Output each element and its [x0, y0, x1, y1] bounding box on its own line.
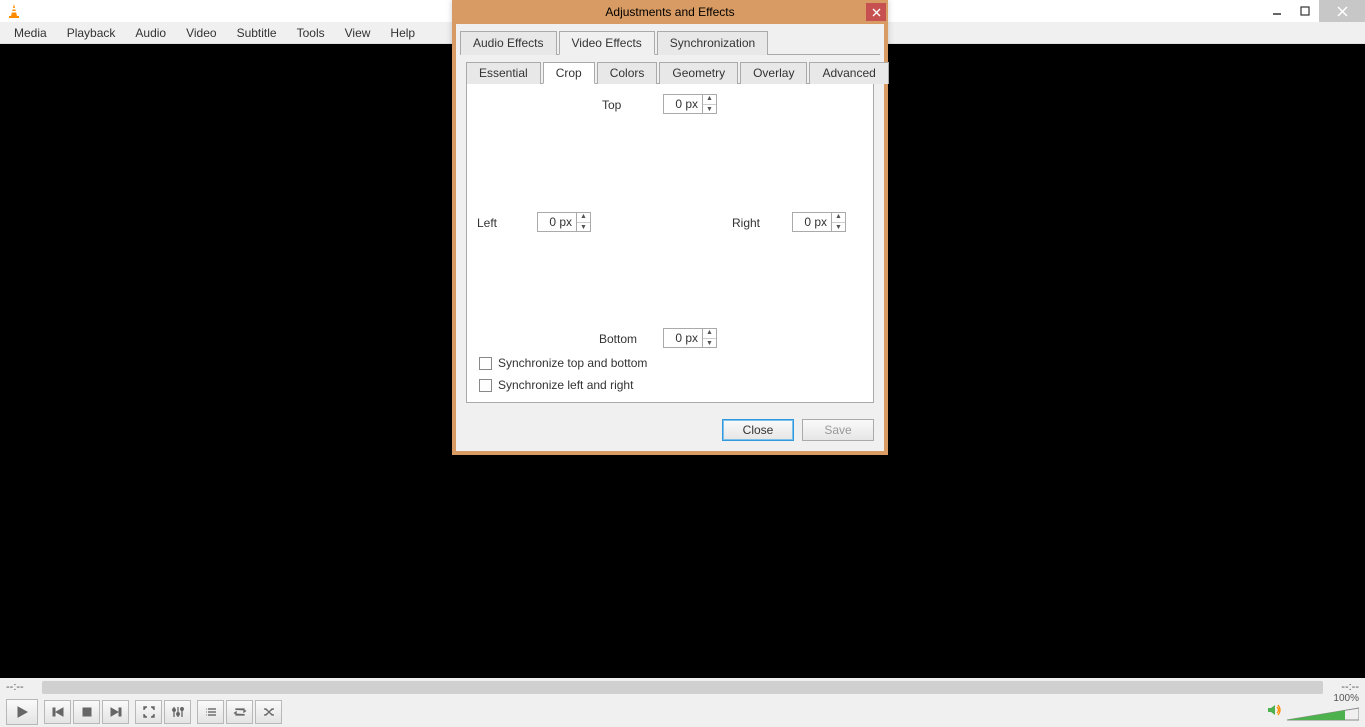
subtab-geometry[interactable]: Geometry	[659, 62, 738, 84]
time-remaining: --:--	[1329, 681, 1359, 693]
dialog-titlebar[interactable]: Adjustments and Effects	[452, 0, 888, 24]
spin-down-icon[interactable]: ▼	[832, 223, 845, 233]
menu-playback[interactable]: Playback	[57, 24, 126, 42]
crop-bottom-spinner[interactable]: 0 px ▲▼	[663, 328, 717, 348]
subtab-overlay[interactable]: Overlay	[740, 62, 807, 84]
subtab-essential[interactable]: Essential	[466, 62, 541, 84]
next-button[interactable]	[102, 700, 129, 724]
crop-top-value[interactable]: 0 px	[664, 97, 702, 111]
crop-top-spinner[interactable]: 0 px ▲▼	[663, 94, 717, 114]
crop-panel: Top 0 px ▲▼ Left 0 px ▲▼ Right 0 px ▲▼	[466, 83, 874, 403]
menu-tools[interactable]: Tools	[287, 24, 335, 42]
crop-left-spinner[interactable]: 0 px ▲▼	[537, 212, 591, 232]
subtab-colors[interactable]: Colors	[597, 62, 658, 84]
volume-percent: 100%	[1333, 693, 1359, 704]
sync-top-bottom-label: Synchronize top and bottom	[498, 356, 647, 370]
speaker-icon[interactable]	[1267, 703, 1283, 720]
fullscreen-button[interactable]	[135, 700, 162, 724]
crop-right-spinner[interactable]: 0 px ▲▼	[792, 212, 846, 232]
crop-bottom-value[interactable]: 0 px	[664, 331, 702, 345]
loop-button[interactable]	[226, 700, 253, 724]
maximize-button[interactable]	[1291, 0, 1319, 22]
dialog-title: Adjustments and Effects	[454, 5, 866, 19]
spin-down-icon[interactable]: ▼	[703, 105, 716, 115]
playlist-button[interactable]	[197, 700, 224, 724]
dialog-close-button[interactable]	[866, 3, 886, 21]
extended-settings-button[interactable]	[164, 700, 191, 724]
volume-slider[interactable]	[1287, 705, 1359, 723]
sync-left-right-checkbox[interactable]	[479, 379, 492, 392]
menu-help[interactable]: Help	[380, 24, 425, 42]
subtab-crop[interactable]: Crop	[543, 62, 595, 84]
tab-synchronization[interactable]: Synchronization	[657, 31, 768, 55]
crop-top-label: Top	[602, 98, 621, 112]
play-button[interactable]	[6, 699, 38, 725]
dialog-close-btn[interactable]: Close	[722, 419, 794, 441]
sync-left-right-label: Synchronize left and right	[498, 378, 633, 392]
crop-left-value[interactable]: 0 px	[538, 215, 576, 229]
crop-bottom-label: Bottom	[599, 332, 637, 346]
spin-up-icon[interactable]: ▲	[703, 94, 716, 105]
menu-view[interactable]: View	[335, 24, 381, 42]
window-close-button[interactable]	[1319, 0, 1365, 22]
previous-button[interactable]	[44, 700, 71, 724]
dialog-save-btn[interactable]: Save	[802, 419, 874, 441]
spin-down-icon[interactable]: ▼	[577, 223, 590, 233]
menu-audio[interactable]: Audio	[125, 24, 176, 42]
tab-video-effects[interactable]: Video Effects	[559, 31, 655, 55]
crop-left-label: Left	[477, 216, 497, 230]
crop-right-value[interactable]: 0 px	[793, 215, 831, 229]
menu-video[interactable]: Video	[176, 24, 226, 42]
player-controls: --:-- --:-- 100%	[0, 678, 1365, 727]
vlc-cone-icon	[6, 3, 22, 19]
time-elapsed: --:--	[6, 681, 36, 693]
menu-subtitle[interactable]: Subtitle	[227, 24, 287, 42]
dialog-tabs: Audio Effects Video Effects Synchronizat…	[460, 30, 880, 54]
spin-down-icon[interactable]: ▼	[703, 339, 716, 349]
menu-media[interactable]: Media	[4, 24, 57, 42]
spin-up-icon[interactable]: ▲	[577, 212, 590, 223]
sync-top-bottom-checkbox[interactable]	[479, 357, 492, 370]
adjustments-effects-dialog: Adjustments and Effects Audio Effects Vi…	[452, 0, 888, 455]
seek-bar[interactable]	[42, 681, 1323, 694]
shuffle-button[interactable]	[255, 700, 282, 724]
tab-audio-effects[interactable]: Audio Effects	[460, 31, 557, 55]
minimize-button[interactable]	[1263, 0, 1291, 22]
video-effects-subtabs: Essential Crop Colors Geometry Overlay A…	[466, 61, 874, 83]
crop-right-label: Right	[732, 216, 760, 230]
stop-button[interactable]	[73, 700, 100, 724]
spin-up-icon[interactable]: ▲	[703, 328, 716, 339]
spin-up-icon[interactable]: ▲	[832, 212, 845, 223]
subtab-advanced[interactable]: Advanced	[809, 62, 888, 84]
